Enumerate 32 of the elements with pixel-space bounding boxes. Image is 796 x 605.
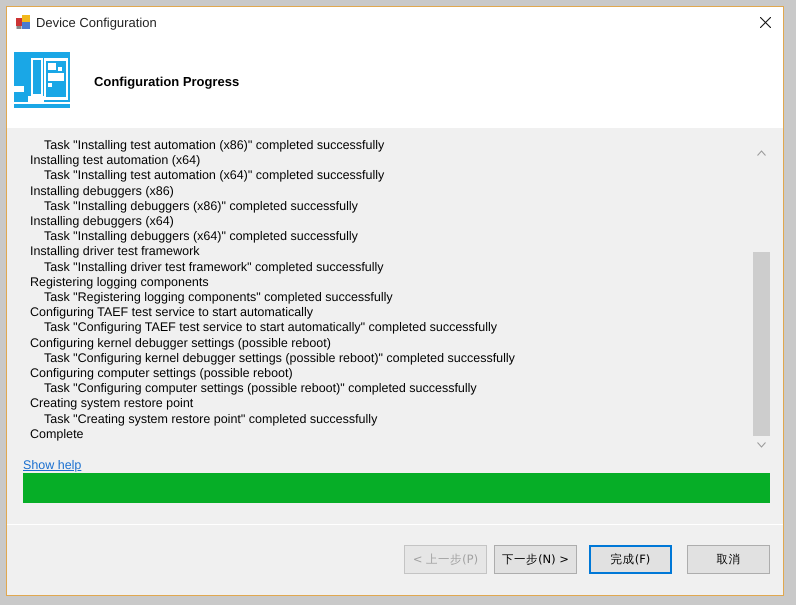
dialog-button[interactable]: 下一步(N) > — [494, 545, 577, 574]
page-heading: Configuration Progress — [94, 74, 240, 89]
scroll-down-icon[interactable] — [757, 442, 766, 448]
task-line: Task "Configuring kernel debugger settings (possible reboot)" completed successfully — [43, 350, 516, 366]
dialog-button[interactable]: 完成(F) — [589, 545, 672, 574]
task-line: Task "Registering logging components" completed successfully — [43, 290, 394, 306]
step-line: Configuring kernel debugger settings (possible reboot) — [29, 336, 332, 351]
task-line: Task "Installing test automation (x86)" completed successfully — [43, 138, 386, 154]
step-line: Complete — [29, 426, 84, 442]
step-line: Creating system restore point — [29, 396, 194, 412]
window-title: Device Configuration — [36, 14, 157, 30]
show-help-link[interactable]: Show help — [23, 458, 82, 472]
task-line: Task "Installing debuggers (x64)" completed successfully — [43, 229, 359, 244]
app-icon — [16, 15, 30, 29]
task-line: Task "Installing debuggers (x86)" completed successfully — [43, 198, 359, 214]
task-line: Task "Installing test automation (x64)" completed successfully — [43, 168, 386, 184]
step-line: Installing test automation (x64) — [29, 153, 202, 168]
task-line: Task "Creating system restore point" completed successfully — [43, 412, 378, 427]
close-icon[interactable] — [760, 16, 771, 28]
task-line: Task "Configuring TAEF test service to start automatically" completed successfully — [43, 320, 498, 336]
step-line: Installing driver test framework — [29, 244, 201, 260]
scroll-up-icon[interactable] — [757, 150, 766, 156]
task-line: Task "Configuring computer settings (possible reboot)" completed successfully — [43, 381, 478, 396]
step-line: Installing debuggers (x86) — [29, 184, 175, 199]
step-line: Configuring TAEF test service to start automatically — [29, 305, 314, 320]
dialog-button[interactable]: 取消 — [687, 545, 770, 574]
step-line: Configuring computer settings (possible reboot) — [29, 366, 294, 382]
step-line: Registering logging components — [29, 274, 210, 290]
task-line: Task "Installing driver test framework" completed successfully — [43, 260, 385, 275]
scrollbar-thumb[interactable] — [753, 252, 770, 436]
step-line: Installing debuggers (x64) — [29, 214, 175, 230]
devices-icon — [14, 52, 70, 108]
